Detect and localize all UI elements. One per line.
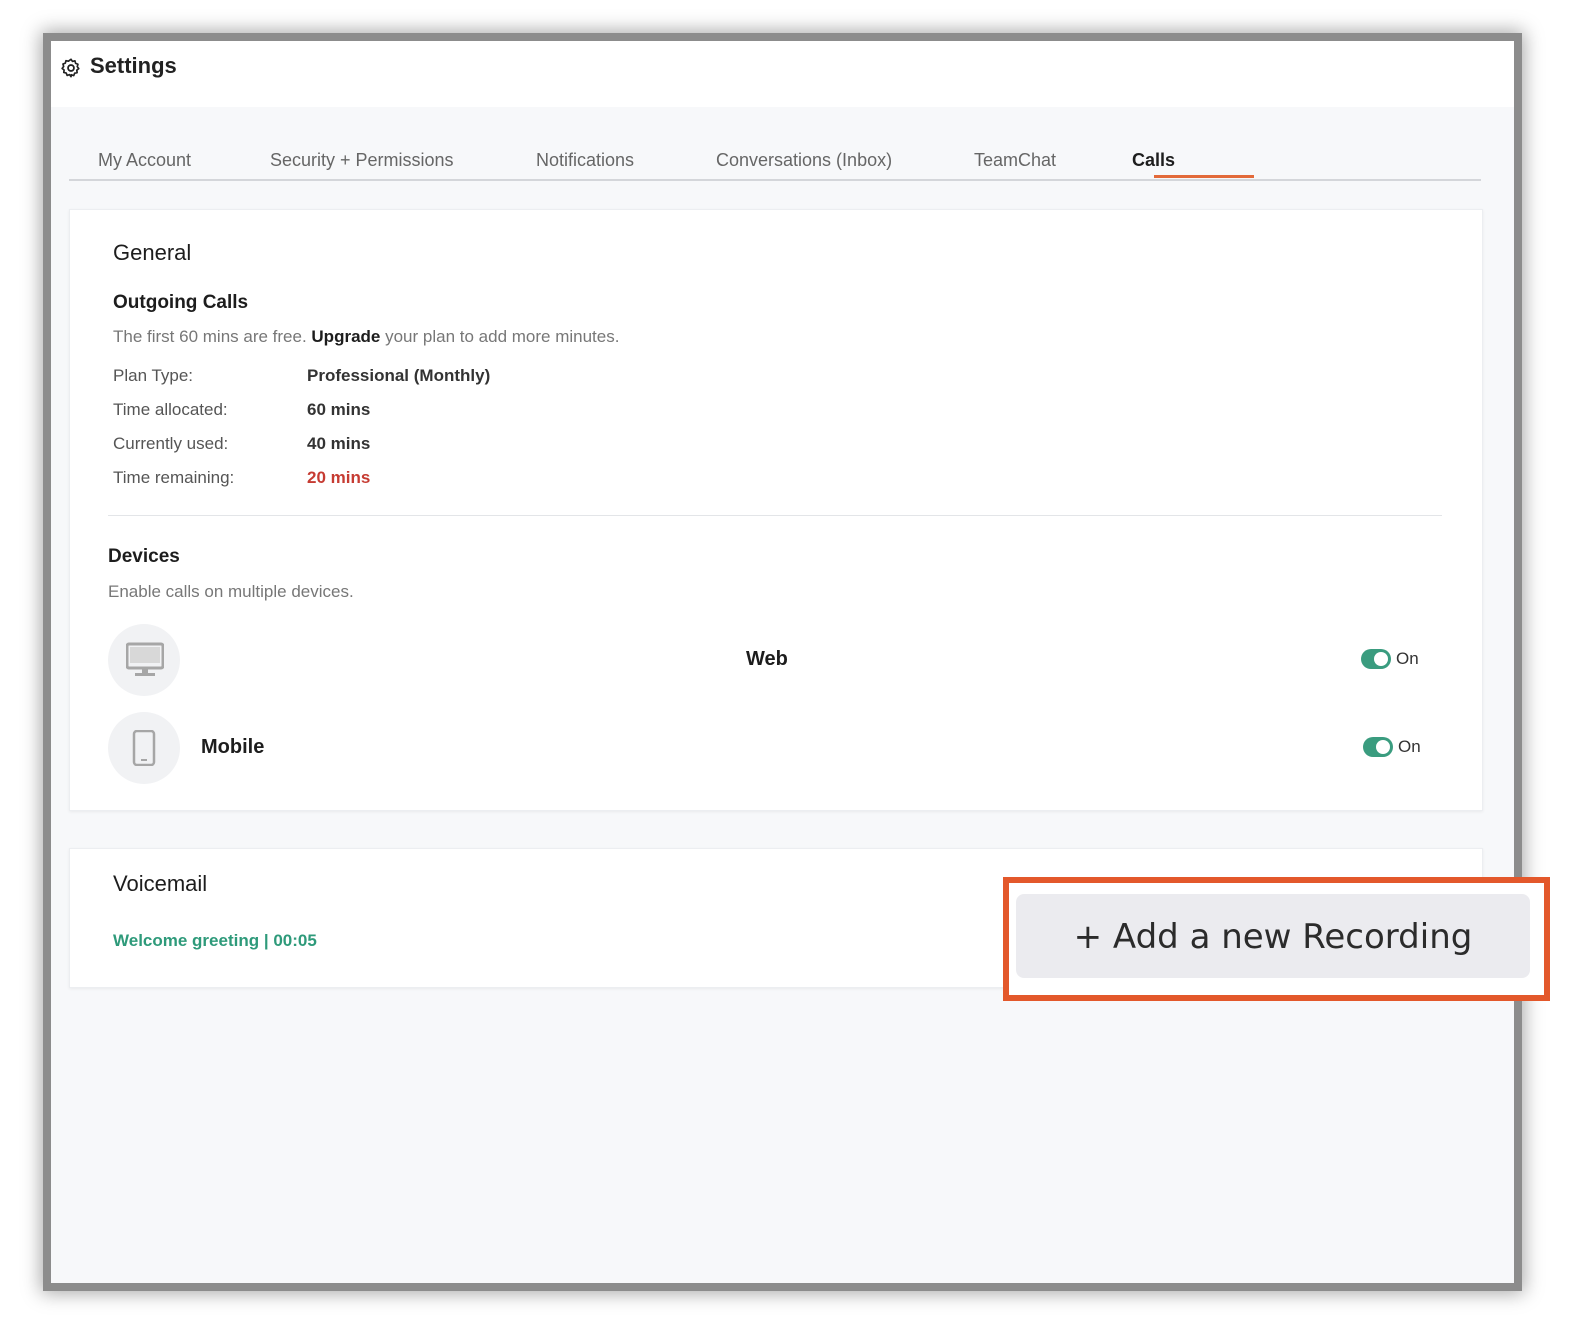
mobile-device-icon-circle xyxy=(108,712,180,784)
time-remaining-label: Time remaining: xyxy=(113,468,235,487)
voicemail-heading: Voicemail xyxy=(113,871,208,896)
settings-tabs: My Account Security + Permissions Notifi… xyxy=(69,149,1481,181)
active-tab-indicator xyxy=(1154,175,1254,178)
device-name-web: Web xyxy=(746,648,788,670)
section-divider xyxy=(108,515,1442,516)
currently-used-label: Currently used: xyxy=(113,434,229,453)
page-title: Settings xyxy=(90,53,177,78)
devices-note: Enable calls on multiple devices. xyxy=(108,582,354,601)
monitor-icon xyxy=(126,642,164,676)
add-new-recording-button[interactable]: + Add a new Recording xyxy=(1016,894,1530,978)
outgoing-calls-note: The first 60 mins are free. Upgrade your… xyxy=(113,327,620,346)
tab-notifications[interactable]: Notifications xyxy=(536,149,634,179)
devices-heading: Devices xyxy=(108,546,180,567)
settings-window: Settings My Account Security + Permissio… xyxy=(51,41,1514,1283)
time-allocated-label: Time allocated: xyxy=(113,400,228,419)
currently-used-value: 40 mins xyxy=(307,434,371,453)
web-device-icon-circle xyxy=(108,624,180,696)
tab-teamchat[interactable]: TeamChat xyxy=(974,149,1056,179)
time-allocated-value: 60 mins xyxy=(307,400,371,419)
mobile-phone-icon xyxy=(132,730,156,766)
outgoing-calls-heading: Outgoing Calls xyxy=(113,292,249,313)
title-bar: Settings xyxy=(51,41,1514,107)
web-toggle[interactable] xyxy=(1361,649,1391,669)
time-remaining-value: 20 mins xyxy=(307,468,371,487)
plan-type-value: Professional (Monthly) xyxy=(307,366,491,385)
tab-security-permissions[interactable]: Security + Permissions xyxy=(270,149,454,179)
mobile-toggle-label: On xyxy=(1398,737,1421,756)
mobile-toggle[interactable] xyxy=(1363,737,1393,757)
welcome-greeting-recording[interactable]: Welcome greeting | 00:05 xyxy=(113,931,317,951)
upgrade-link[interactable]: Upgrade xyxy=(311,327,380,346)
general-card: General Outgoing Calls The first 60 mins… xyxy=(69,209,1483,811)
tab-conversations-inbox[interactable]: Conversations (Inbox) xyxy=(716,149,892,179)
general-heading: General xyxy=(113,240,192,265)
plan-type-label: Plan Type: xyxy=(113,366,194,385)
gear-icon xyxy=(61,58,80,78)
web-toggle-label: On xyxy=(1396,649,1419,668)
tab-my-account[interactable]: My Account xyxy=(98,149,191,179)
device-name-mobile: Mobile xyxy=(201,736,265,758)
